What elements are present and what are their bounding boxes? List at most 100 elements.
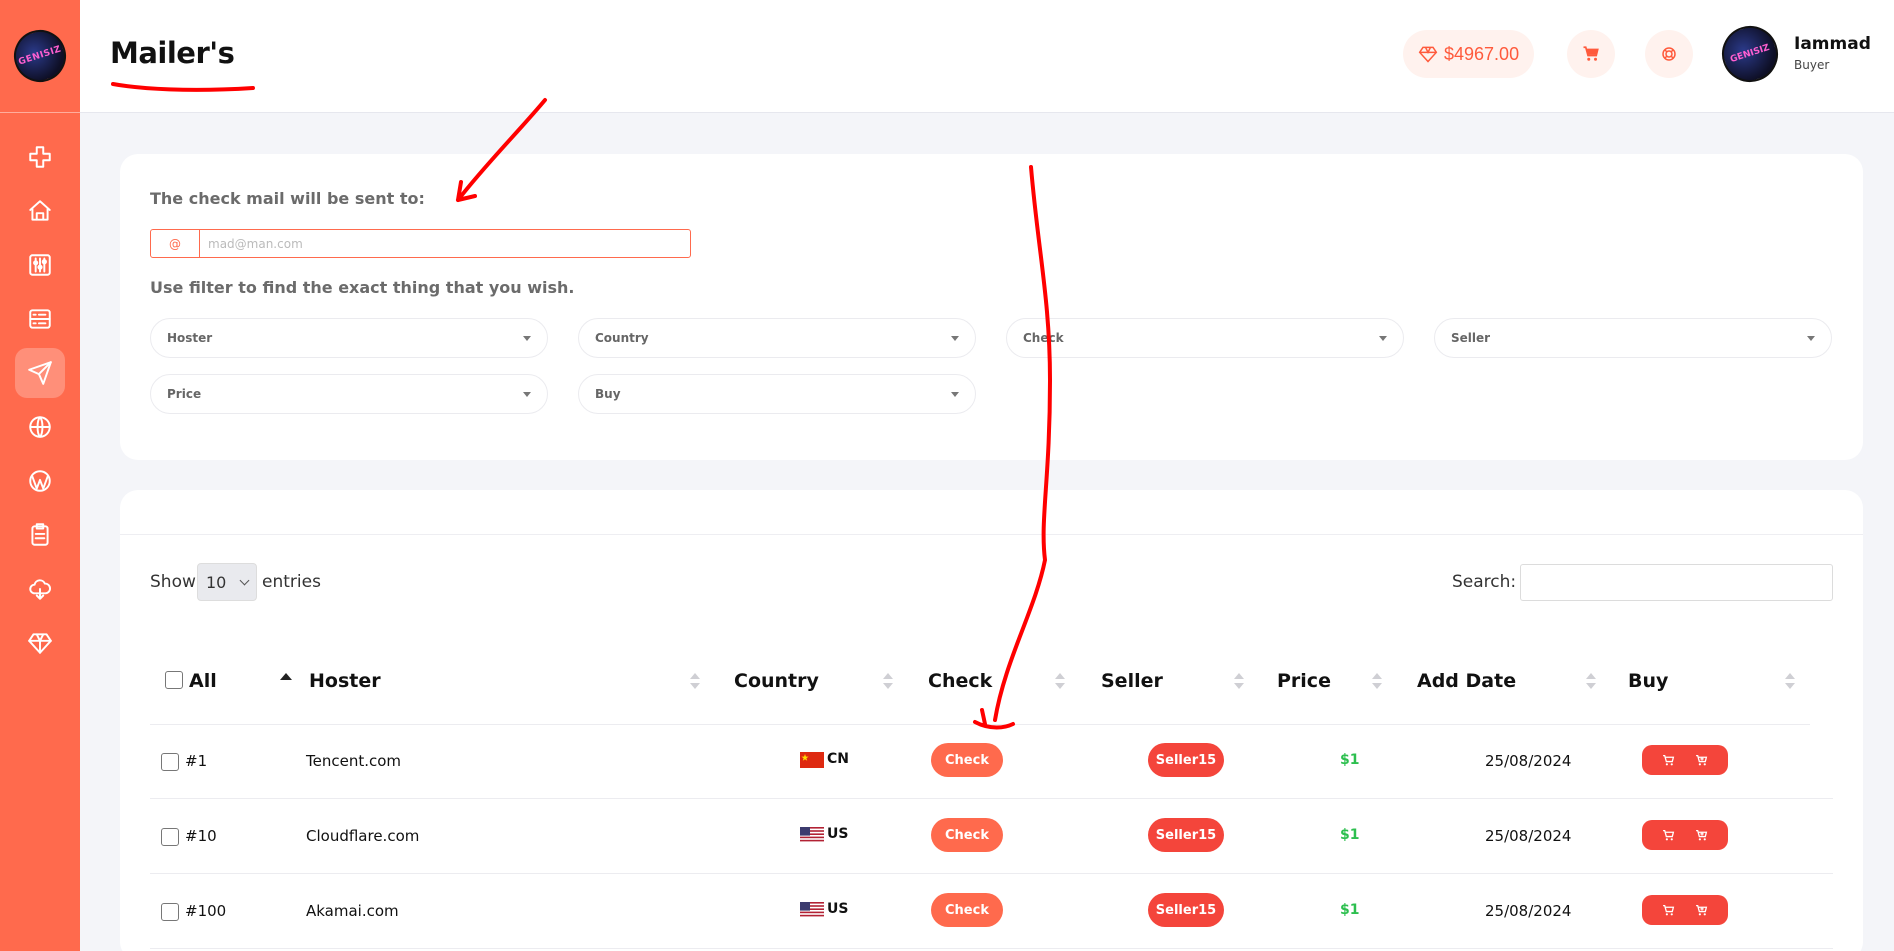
sidebar-item-servers[interactable] [15, 294, 65, 344]
sort-icon[interactable] [1372, 673, 1382, 689]
diamond-icon [1418, 46, 1438, 63]
send-icon [28, 361, 52, 385]
row-hoster: Tencent.com [306, 752, 402, 770]
row-checkbox[interactable] [161, 828, 179, 846]
cart-icon[interactable] [1662, 829, 1675, 842]
column-header-add-date[interactable]: Add Date [1417, 670, 1516, 692]
user-role: Buyer [1794, 58, 1830, 72]
balance-amount: $4967.00 [1444, 43, 1520, 64]
flag-us-icon [800, 827, 824, 843]
caret-down-icon [523, 335, 531, 341]
cart-icon[interactable] [1662, 904, 1675, 917]
filter-check-label: Check [1023, 331, 1064, 345]
email-field: @ [150, 229, 691, 258]
select-all-checkbox[interactable] [165, 671, 183, 689]
sidebar-item-home[interactable] [15, 186, 65, 236]
sort-icon[interactable] [1586, 673, 1596, 689]
column-header-check[interactable]: Check [928, 670, 992, 692]
sidebar-nav [0, 113, 80, 668]
cart-add-icon[interactable] [1695, 829, 1708, 842]
cart-button[interactable] [1567, 30, 1615, 78]
sort-icon[interactable] [690, 673, 700, 689]
filter-seller-select[interactable]: Seller [1434, 318, 1832, 358]
column-header-price[interactable]: Price [1277, 670, 1331, 692]
check-mail-label: The check mail will be sent to: [150, 189, 425, 208]
sort-icon[interactable] [883, 673, 893, 689]
filter-buy-select[interactable]: Buy [578, 374, 976, 414]
row-checkbox[interactable] [161, 903, 179, 921]
filter-card: The check mail will be sent to: @ Use fi… [120, 154, 1863, 460]
divider [150, 724, 1810, 725]
top-header: Mailer's $4967.00 GENISIZ Iammad Buyer [80, 0, 1894, 113]
flag-cn-icon [800, 752, 824, 768]
column-header-seller[interactable]: Seller [1101, 670, 1163, 692]
sidebar-item-mailers[interactable] [15, 348, 65, 398]
filter-price-select[interactable]: Price [150, 374, 548, 414]
search-input[interactable] [1520, 564, 1833, 601]
row-price: $1 [1340, 752, 1360, 768]
buy-button-group[interactable] [1642, 895, 1728, 925]
logo-area: GENISIZ [0, 0, 80, 113]
sort-icon[interactable] [1785, 673, 1795, 689]
filter-hoster-select[interactable]: Hoster [150, 318, 548, 358]
sort-asc-icon[interactable] [280, 673, 292, 680]
column-header-hoster[interactable]: Hoster [309, 670, 381, 692]
filter-country-select[interactable]: Country [578, 318, 976, 358]
search-label: Search: [1452, 572, 1517, 592]
entries-label: entries [262, 572, 321, 592]
sort-icon[interactable] [1055, 673, 1065, 689]
avatar[interactable]: GENISIZ [1714, 18, 1786, 90]
check-button[interactable]: Check [931, 743, 1003, 777]
filter-label: Use filter to find the exact thing that … [150, 278, 575, 297]
filter-seller-label: Seller [1451, 331, 1491, 345]
clipboard-icon [31, 523, 49, 546]
plus-icon [29, 146, 51, 168]
buy-button-group[interactable] [1642, 820, 1728, 850]
support-button[interactable] [1645, 30, 1693, 78]
cart-icon [1583, 46, 1599, 61]
row-hoster: Akamai.com [306, 902, 399, 920]
cart-icon[interactable] [1662, 754, 1675, 767]
sidebar-item-orders[interactable] [15, 510, 65, 560]
row-add-date: 25/08/2024 [1485, 752, 1572, 770]
globe-icon [29, 416, 51, 438]
sidebar-item-add[interactable] [15, 132, 65, 182]
email-prefix: @ [151, 230, 200, 257]
row-price: $1 [1340, 902, 1360, 918]
column-header-buy[interactable]: Buy [1628, 670, 1668, 692]
row-country-code: CN [827, 751, 849, 767]
row-id: #1 [185, 752, 208, 770]
logo[interactable]: GENISIZ [7, 23, 73, 89]
sidebar-item-cloud[interactable] [15, 564, 65, 614]
row-id: #100 [185, 902, 227, 920]
seller-badge[interactable]: Seller15 [1148, 743, 1224, 777]
filter-check-select[interactable]: Check [1006, 318, 1404, 358]
seller-badge[interactable]: Seller15 [1148, 893, 1224, 927]
sidebar-item-wordpress[interactable] [15, 456, 65, 506]
sidebar-item-tools[interactable] [15, 240, 65, 290]
row-add-date: 25/08/2024 [1485, 827, 1572, 845]
caret-down-icon [951, 391, 959, 397]
wordpress-icon [29, 470, 51, 492]
buy-button-group[interactable] [1642, 745, 1728, 775]
caret-down-icon [1807, 335, 1815, 341]
column-header-country[interactable]: Country [734, 670, 819, 692]
check-button[interactable]: Check [931, 893, 1003, 927]
cart-add-icon[interactable] [1695, 754, 1708, 767]
email-input[interactable] [200, 230, 690, 257]
cart-add-icon[interactable] [1695, 904, 1708, 917]
sidebar-item-web[interactable] [15, 402, 65, 452]
check-button[interactable]: Check [931, 818, 1003, 852]
sort-icon[interactable] [1234, 673, 1244, 689]
row-add-date: 25/08/2024 [1485, 902, 1572, 920]
balance-badge[interactable]: $4967.00 [1403, 30, 1535, 78]
diamond-icon [28, 633, 52, 654]
seller-badge[interactable]: Seller15 [1148, 818, 1224, 852]
divider [150, 948, 1833, 949]
row-checkbox[interactable] [161, 753, 179, 771]
caret-down-icon [523, 391, 531, 397]
entries-select[interactable]: 10 [197, 563, 257, 601]
sidebar-item-premium[interactable] [15, 618, 65, 668]
flag-us-icon [800, 902, 824, 918]
column-header-all[interactable]: All [189, 670, 217, 692]
